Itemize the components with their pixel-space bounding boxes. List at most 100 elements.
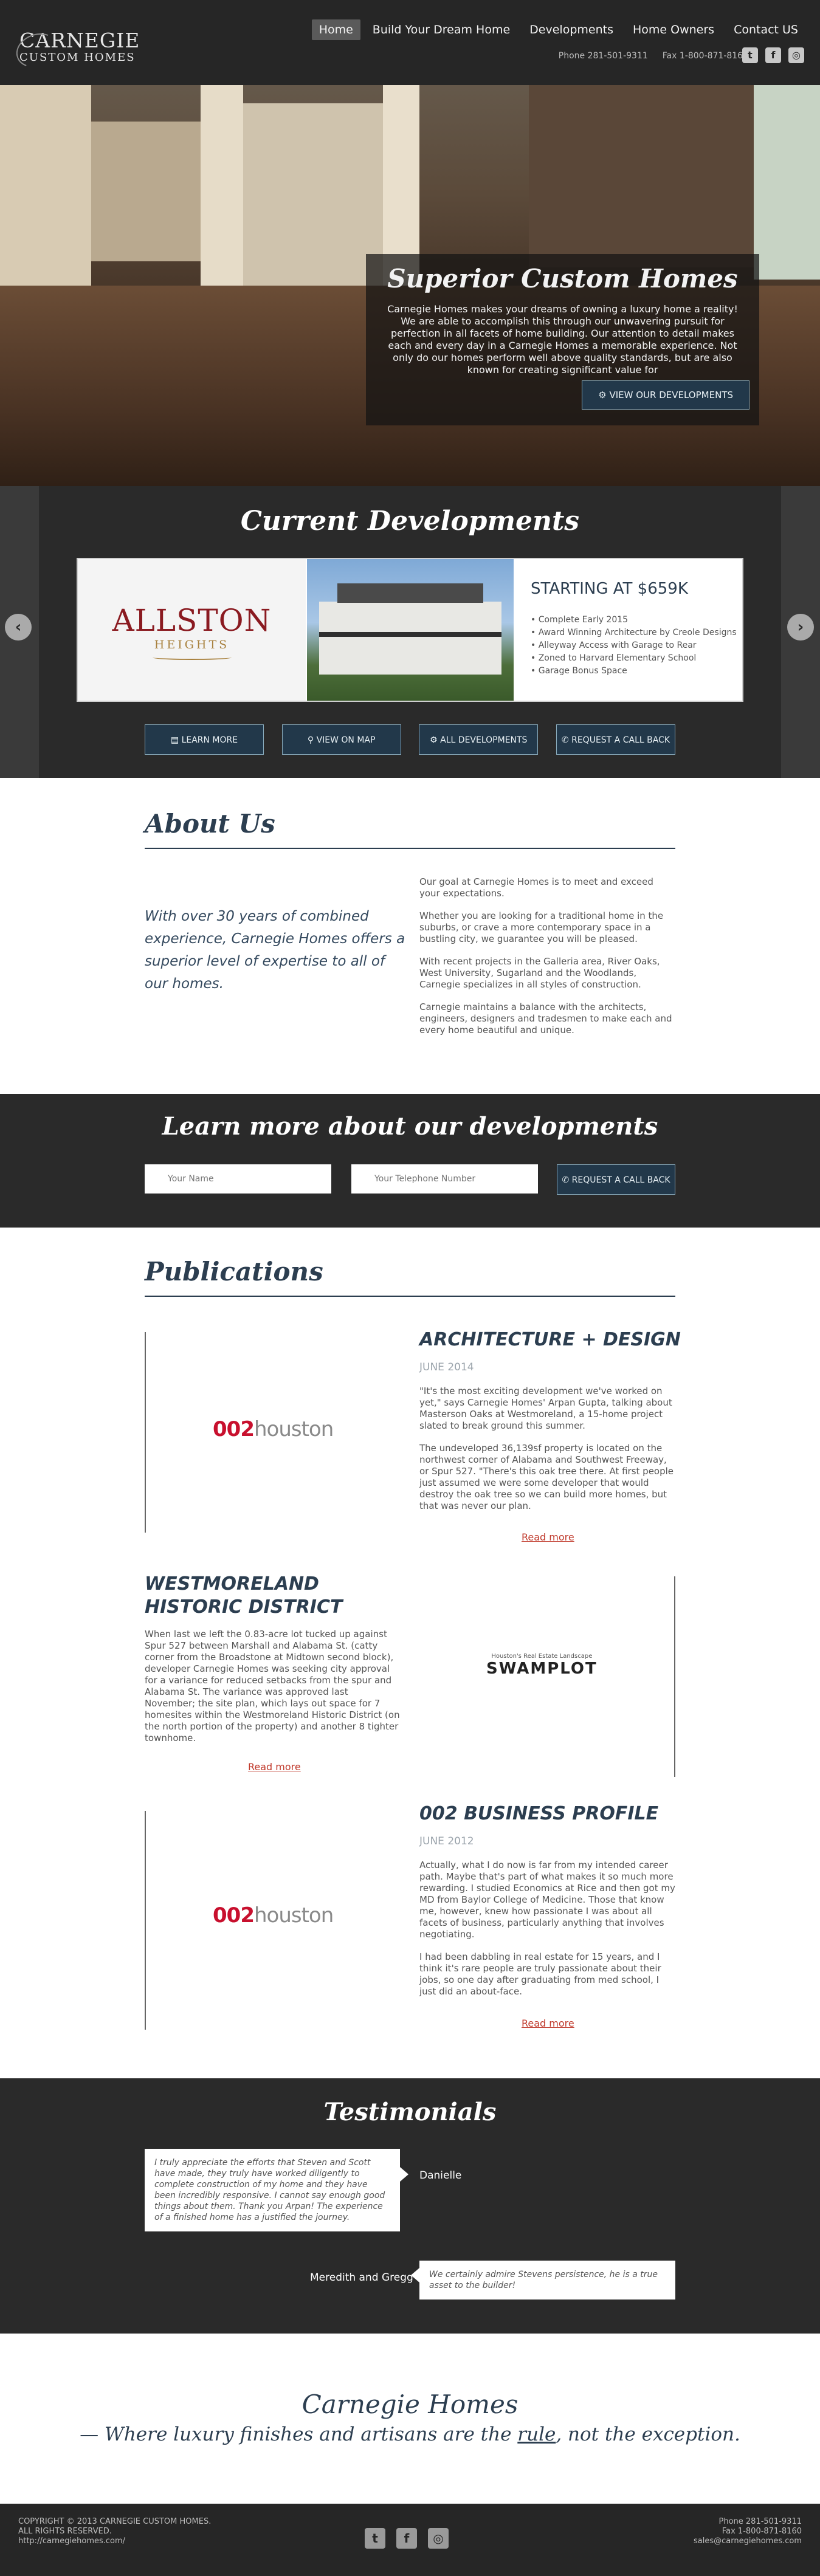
- testimonial-author: Meredith and Gregg: [310, 2272, 413, 2284]
- publications-title: Publications: [145, 1257, 323, 1286]
- about-paragraph: Our goal at Carnegie Homes is to meet an…: [419, 876, 653, 899]
- testimonials-title: Testimonials: [323, 2098, 497, 2126]
- tagline-text: — Where luxury finishes and artisans are…: [80, 2423, 740, 2445]
- publication-text: Actually, what I do now is far from my i…: [419, 1860, 675, 1997]
- tagline-brand: Carnegie Homes: [301, 2389, 519, 2419]
- footer-social: t f ◎: [365, 2528, 449, 2549]
- development-info: STARTING AT $659K • Complete Early 2015 …: [531, 559, 737, 678]
- houston-002-logo: 002houston: [213, 1903, 334, 1928]
- instagram-icon[interactable]: ◎: [428, 2528, 449, 2549]
- development-card[interactable]: ALLSTON HEIGHTS STARTING AT $659K • Comp…: [77, 558, 743, 702]
- twitter-icon[interactable]: t: [742, 47, 758, 63]
- publication-text: "It's the most exciting development we'v…: [419, 1386, 674, 1511]
- about-section: About Us With over 30 years of combined …: [0, 787, 820, 1079]
- development-buttons: ▤ LEARN MORE ⚲ VIEW ON MAP ⚙ ALL DEVELOP…: [145, 724, 675, 755]
- hero-photo-wall-left: [0, 85, 91, 286]
- feature-item: • Complete Early 2015: [531, 615, 629, 625]
- hero-section: CARNEGIE CUSTOM HOMES Home Build Your Dr…: [0, 0, 820, 486]
- feature-item: • Alleyway Access with Garage to Rear: [531, 641, 697, 650]
- map-pin-icon: ⚲: [307, 735, 317, 745]
- facebook-icon[interactable]: f: [396, 2528, 417, 2549]
- development-price: STARTING AT $659K: [531, 580, 688, 598]
- feature-item: • Zoned to Harvard Elementary School: [531, 653, 697, 663]
- testimonials-section: Testimonials I truly appreciate the effo…: [0, 2078, 820, 2334]
- instagram-icon[interactable]: ◎: [788, 47, 804, 63]
- footer-url-link[interactable]: http://carnegiehomes.com/: [18, 2537, 125, 2546]
- view-on-map-button[interactable]: ⚲ VIEW ON MAP: [281, 724, 401, 755]
- publication-heading: WESTMORELAND HISTORIC DISTRICT: [145, 1573, 343, 1618]
- hero-photo-kitchen: [91, 122, 201, 261]
- developments-section: Current Developments ALLSTON HEIGHTS STA…: [0, 486, 820, 778]
- document-icon: ▤: [170, 735, 182, 745]
- read-more-link[interactable]: Read more: [522, 2018, 574, 2029]
- facebook-icon[interactable]: f: [765, 47, 781, 63]
- telephone-input[interactable]: [351, 1164, 538, 1194]
- header-phone: Phone 281-501-9311: [558, 51, 648, 61]
- swamplot-logo: Houston's Real Estate Landscape SWAMPLOT: [486, 1653, 598, 1678]
- feature-item: • Garage Bonus Space: [531, 666, 627, 676]
- learn-more-button[interactable]: ▤ LEARN MORE: [145, 724, 264, 755]
- read-more-link[interactable]: Read more: [248, 1761, 301, 1773]
- twitter-icon[interactable]: t: [365, 2528, 385, 2549]
- publication-date: JUNE 2014: [419, 1361, 474, 1373]
- request-call-back-submit-button[interactable]: ✆ REQUEST A CALL BACK: [557, 1164, 675, 1195]
- hero-photo-stairs: [243, 103, 383, 286]
- about-divider: [145, 848, 675, 849]
- read-more-link[interactable]: Read more: [522, 1531, 574, 1543]
- houston-002-logo: 002houston: [213, 1417, 334, 1441]
- carousel-next-arrow-icon[interactable]: ›: [787, 614, 814, 641]
- gear-icon: ⚙: [598, 390, 610, 400]
- phone-icon: ✆: [562, 1175, 572, 1185]
- nav-home[interactable]: Home: [311, 19, 360, 40]
- nav-home-owners[interactable]: Home Owners: [625, 19, 722, 40]
- testimonial-bubble: We certainly admire Stevens persistence,…: [419, 2261, 675, 2300]
- about-paragraph: With recent projects in the Galleria are…: [419, 956, 660, 990]
- nav-developments[interactable]: Developments: [522, 19, 621, 40]
- carousel-prev-arrow-icon[interactable]: ‹: [5, 614, 32, 641]
- publication-date: JUNE 2012: [419, 1835, 474, 1847]
- about-quote: With over 30 years of combined experienc…: [145, 908, 405, 992]
- hero-title: Superior Custom Homes: [387, 264, 738, 294]
- publication-divider-line: [145, 1332, 146, 1533]
- all-developments-button[interactable]: ⚙ ALL DEVELOPMENTS: [419, 724, 539, 755]
- footer-copyright: COPYRIGHT © 2013 CARNEGIE CUSTOM HOMES. …: [18, 2517, 212, 2546]
- publication-divider-line: [674, 1576, 675, 1777]
- footer-email-link[interactable]: sales@carnegiehomes.com: [694, 2537, 802, 2546]
- nav-build-your-dream-home[interactable]: Build Your Dream Home: [365, 19, 517, 40]
- publication-divider-line: [145, 1811, 146, 2030]
- site-logo[interactable]: CARNEGIE CUSTOM HOMES: [11, 27, 140, 74]
- name-input[interactable]: [145, 1164, 331, 1194]
- about-paragraph: Carnegie maintains a balance with the ar…: [419, 1001, 672, 1036]
- allston-logo-sub: HEIGHTS: [154, 638, 230, 651]
- site-footer: COPYRIGHT © 2013 CARNEGIE CUSTOM HOMES. …: [0, 2504, 820, 2576]
- footer-contact: Phone 281-501-9311 Fax 1-800-871-8160 sa…: [694, 2517, 802, 2546]
- development-features: • Complete Early 2015 • Award Winning Ar…: [531, 614, 737, 678]
- site-header: CARNEGIE CUSTOM HOMES Home Build Your Dr…: [0, 0, 820, 85]
- allston-logo-name: ALLSTON: [112, 603, 272, 638]
- allston-logo-flourish: [152, 655, 232, 660]
- publication-heading: 002 BUSINESS PROFILE: [419, 1803, 659, 1824]
- about-body: Our goal at Carnegie Homes is to meet an…: [419, 876, 675, 1047]
- view-developments-label: VIEW OUR DEVELOPMENTS: [609, 390, 733, 400]
- hero-text: Carnegie Homes makes your dreams of owni…: [387, 303, 738, 376]
- nav-contact-us[interactable]: Contact US: [726, 19, 805, 40]
- testimonial-author: Danielle: [419, 2169, 462, 2182]
- allston-logo: ALLSTON HEIGHTS: [78, 559, 306, 701]
- about-paragraph: Whether you are looking for a traditiona…: [419, 910, 664, 944]
- gear-icon: ⚙: [430, 735, 441, 745]
- hero-photo-column: [201, 85, 243, 292]
- publications-section: Publications 002houston ARCHITECTURE + D…: [0, 1240, 820, 2066]
- request-call-back-button[interactable]: ✆ REQUEST A CALL BACK: [556, 724, 675, 755]
- about-title: About Us: [145, 809, 275, 839]
- house-porch: [319, 632, 501, 637]
- header-social: t f ◎: [742, 47, 804, 63]
- development-photo: [307, 559, 514, 701]
- header-fax: Fax 1-800-871-8160: [662, 51, 748, 61]
- view-developments-button[interactable]: ⚙ VIEW OUR DEVELOPMENTS: [582, 380, 749, 410]
- publications-divider: [145, 1296, 675, 1297]
- testimonial-bubble: I truly appreciate the efforts that Stev…: [145, 2149, 400, 2231]
- publication-text: When last we left the 0.83-acre lot tuck…: [145, 1629, 400, 1743]
- hero-photo-window: [754, 85, 820, 280]
- main-nav: Home Build Your Dream Home Developments …: [311, 19, 805, 40]
- hero-photo-fireplace-wall: [529, 85, 754, 267]
